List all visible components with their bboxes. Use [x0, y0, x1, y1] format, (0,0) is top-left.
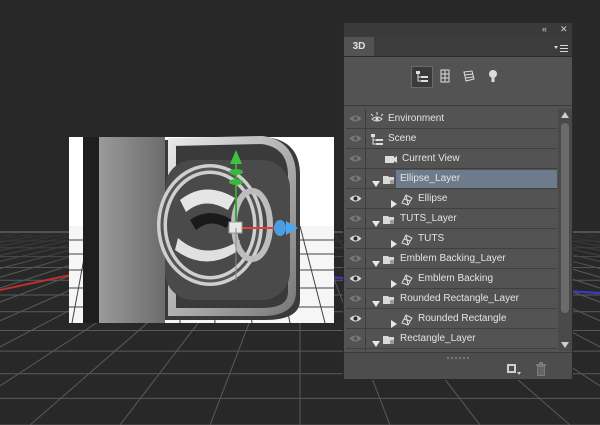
- meshes-filter-icon[interactable]: [435, 66, 457, 88]
- folder-icon: [382, 172, 396, 186]
- delete-trash-icon[interactable]: [535, 362, 547, 376]
- expand-triangle-right-icon[interactable]: [390, 235, 398, 248]
- layer-name-label: Scene: [388, 133, 417, 144]
- visibility-eye-icon[interactable]: [346, 229, 366, 249]
- layer-row[interactable]: Current View: [346, 149, 557, 169]
- tab-3d[interactable]: 3D: [344, 37, 374, 56]
- expand-triangle-down-icon[interactable]: [372, 175, 380, 187]
- resize-grip-icon[interactable]: [447, 357, 471, 361]
- panel-footer: [344, 352, 572, 379]
- expand-triangle-right-icon[interactable]: [390, 195, 398, 208]
- layer-name-label: Rounded Rectangle_Layer: [400, 293, 519, 304]
- expand-triangle-down-icon[interactable]: [372, 255, 380, 267]
- collapse-panel-button[interactable]: «: [542, 24, 547, 35]
- expand-triangle-down-icon[interactable]: [372, 295, 380, 307]
- whole-scene-filter-icon[interactable]: [411, 66, 433, 88]
- layer-row[interactable]: Emblem Backing_Layer: [346, 249, 557, 269]
- scrollbar-thumb[interactable]: [561, 123, 569, 313]
- expand-triangle-down-icon[interactable]: [372, 335, 380, 347]
- layer-name-label: Rounded Rectangle: [418, 313, 507, 324]
- layer-name-label: Ellipse_Layer: [400, 173, 461, 184]
- folder-icon: [382, 292, 396, 306]
- scene-layer-list: Environment Scene Current View Ellipse_Laye…: [346, 109, 557, 351]
- visibility-eye-icon[interactable]: [346, 349, 366, 351]
- layer-name-label: Emblem Backing: [418, 273, 494, 284]
- folder-icon: [382, 332, 396, 346]
- layer-name-label: Environment: [388, 113, 445, 124]
- expand-triangle-down-icon[interactable]: [372, 215, 380, 227]
- mesh-icon: [400, 312, 414, 326]
- environment-icon: [370, 112, 384, 126]
- visibility-eye-icon[interactable]: [346, 209, 366, 229]
- layer-row[interactable]: Ellipse_Layer: [346, 169, 557, 189]
- layer-list-scrollbar[interactable]: [558, 109, 572, 351]
- visibility-eye-icon[interactable]: [346, 149, 366, 169]
- new-object-icon[interactable]: [506, 362, 522, 376]
- layer-name-label: Ellipse: [418, 193, 448, 204]
- layer-row[interactable]: TUTS: [346, 229, 557, 249]
- layer-name-label: Emblem Backing_Layer: [400, 253, 506, 264]
- close-panel-button[interactable]: ✕: [560, 24, 568, 35]
- layer-row[interactable]: Environment: [346, 109, 557, 129]
- layer-row[interactable]: Emblem Backing: [346, 269, 557, 289]
- layer-name-label: TUTS: [418, 233, 445, 244]
- visibility-eye-icon[interactable]: [346, 309, 366, 329]
- layer-row[interactable]: Ellipse: [346, 189, 557, 209]
- camera-icon: [384, 152, 398, 166]
- expand-triangle-right-icon[interactable]: [390, 315, 398, 328]
- layer-row[interactable]: Rectangle_Layer: [346, 329, 557, 349]
- scene-icon: [370, 132, 384, 146]
- mesh-icon: [400, 272, 414, 286]
- visibility-eye-icon[interactable]: [346, 249, 366, 269]
- panel-menu-icon[interactable]: [554, 41, 568, 52]
- layer-row[interactable]: Rounded Rectangle: [346, 309, 557, 329]
- layer-row[interactable]: Scene: [346, 129, 557, 149]
- folder-icon: [382, 212, 396, 226]
- visibility-eye-icon[interactable]: [346, 329, 366, 349]
- visibility-eye-icon[interactable]: [346, 169, 366, 189]
- layer-name-label: Current View: [402, 153, 460, 164]
- visibility-eye-icon[interactable]: [346, 129, 366, 149]
- mesh-icon: [400, 192, 414, 206]
- expand-triangle-right-icon[interactable]: [390, 275, 398, 288]
- visibility-eye-icon[interactable]: [346, 109, 366, 129]
- visibility-eye-icon[interactable]: [346, 189, 366, 209]
- visibility-eye-icon[interactable]: [346, 269, 366, 289]
- 3d-panel: « ✕ 3D Environment Scene Current View Ellip…: [343, 22, 573, 380]
- mesh-icon: [400, 232, 414, 246]
- panel-title-bar: « ✕: [344, 23, 572, 37]
- layer-name-label: TUTS_Layer: [400, 213, 457, 224]
- layer-row[interactable]: TUTS_Layer: [346, 209, 557, 229]
- materials-filter-icon[interactable]: [459, 66, 481, 88]
- folder-icon: [382, 252, 396, 266]
- visibility-eye-icon[interactable]: [346, 289, 366, 309]
- layer-name-label: Rectangle: [418, 349, 463, 351]
- layer-name-label: Rectangle_Layer: [400, 333, 476, 344]
- layer-row[interactable]: Rounded Rectangle_Layer: [346, 289, 557, 309]
- panel-tab-bar: 3D: [344, 37, 572, 57]
- filter-toolbar: [344, 57, 572, 106]
- lights-filter-icon[interactable]: [483, 66, 505, 88]
- layer-row[interactable]: Rectangle: [346, 349, 557, 351]
